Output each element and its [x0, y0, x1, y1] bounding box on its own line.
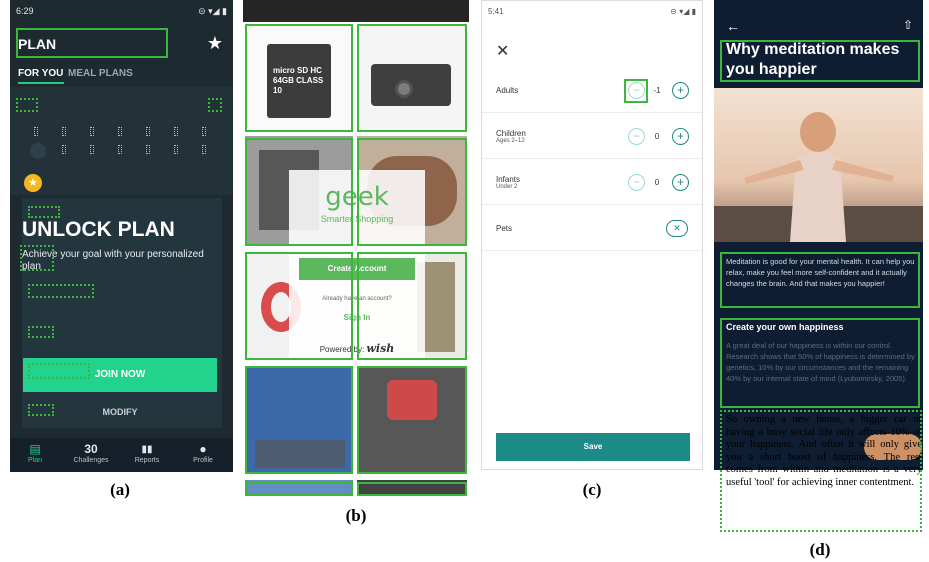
- annotation-box: [28, 326, 54, 338]
- annotation-box: [720, 40, 920, 82]
- nav-challenges[interactable]: 30 Challenges: [66, 442, 116, 464]
- annotation-box: [245, 24, 353, 132]
- caption-b: (b): [345, 506, 367, 525]
- caption-c: (c): [582, 480, 602, 499]
- guest-count: -1: [653, 86, 661, 95]
- day-marker: [118, 127, 122, 136]
- guest-row-infants: Infants Under 2 − 0 +: [482, 159, 702, 205]
- photo-hair: [800, 112, 836, 152]
- day-marker: [202, 127, 206, 136]
- plan-icon: ▤: [29, 442, 41, 456]
- back-arrow-icon[interactable]: ←: [726, 18, 740, 34]
- day-marker: [174, 145, 178, 154]
- annotation-box: [20, 245, 54, 271]
- annotation-box: [357, 24, 467, 132]
- challenges-icon: 30: [84, 442, 98, 456]
- active-tab-indicator: [18, 82, 64, 84]
- day-marker: [146, 127, 150, 136]
- increment-button[interactable]: +: [672, 174, 689, 191]
- nav-profile[interactable]: ● Profile: [178, 442, 228, 464]
- day-marker: [62, 145, 66, 154]
- week-progress-area: [10, 87, 233, 195]
- share-icon[interactable]: ⇧: [903, 18, 913, 32]
- panel-b-shopping-screen: micro SD HC 64GB CLASS 10 geek Smarter S…: [243, 0, 469, 496]
- day-marker: [90, 127, 94, 136]
- guest-row-children: Children Ages 2–12 − 0 +: [482, 113, 702, 159]
- annotation-box: [357, 252, 467, 360]
- row-sublabel: Under 2: [496, 184, 518, 190]
- panel-a-plan-screen: 6:29 ⊝ ▾◢ ▮ PLAN ★ FOR YOU MEAL PLANS ★ …: [10, 0, 233, 472]
- today-dot: [30, 143, 46, 159]
- nav-reports-label: Reports: [134, 457, 160, 464]
- annotation-box: [28, 404, 54, 416]
- nav-reports[interactable]: ▮▮ Reports: [122, 442, 172, 464]
- annotation-box: [28, 206, 60, 218]
- bottom-nav: ▤ Plan 30 Challenges ▮▮ Reports ● Profil…: [10, 438, 233, 472]
- profile-icon: ●: [199, 442, 207, 456]
- day-marker: [174, 127, 178, 136]
- status-icons: ⊝ ▾◢ ▮: [198, 6, 227, 16]
- annotation-box: [16, 98, 38, 112]
- day-marker: [90, 145, 94, 154]
- unlock-plan-title: UNLOCK PLAN: [22, 218, 175, 241]
- annotation-box: [245, 138, 353, 246]
- status-time: 5:41: [488, 7, 504, 16]
- save-button[interactable]: Save: [496, 433, 690, 461]
- increment-button[interactable]: +: [672, 82, 689, 99]
- guest-row-adults: Adults − -1 +: [482, 67, 702, 113]
- decrement-button[interactable]: −: [628, 128, 645, 145]
- star-icon[interactable]: ★: [207, 33, 223, 54]
- annotation-box: [28, 363, 90, 379]
- nav-challenges-label: Challenges: [73, 457, 109, 464]
- reports-icon: ▮▮: [141, 444, 153, 455]
- badge-star-icon: ★: [24, 174, 42, 192]
- annotation-box: [720, 410, 922, 532]
- row-label: Children: [496, 129, 526, 138]
- nav-plan[interactable]: ▤ Plan: [10, 442, 60, 464]
- article-photo: [714, 88, 923, 242]
- annotation-box: [357, 138, 467, 246]
- annotation-box: [720, 318, 920, 408]
- tab-meal-plans[interactable]: MEAL PLANS: [68, 68, 133, 79]
- annotation-box: [357, 482, 467, 496]
- status-time: 6:29: [16, 6, 34, 16]
- decrement-button[interactable]: −: [628, 174, 645, 191]
- annotation-box: [28, 284, 94, 298]
- annotation-box: [208, 98, 222, 112]
- day-marker: [62, 127, 66, 136]
- close-icon[interactable]: ✕: [496, 41, 509, 61]
- row-label: Infants: [496, 175, 521, 184]
- row-sublabel: Ages 2–12: [496, 138, 525, 144]
- increment-button[interactable]: +: [672, 128, 689, 145]
- caption-a: (a): [110, 480, 130, 499]
- annotation-box: [16, 28, 168, 58]
- guest-count: 0: [654, 132, 660, 141]
- guest-row-pets: Pets ✕: [482, 205, 702, 251]
- row-label: Pets: [496, 224, 513, 233]
- panel-d-article-screen: ← ⇧ Why meditation makes you happier Med…: [714, 0, 923, 538]
- annotation-box: [245, 366, 353, 474]
- nav-profile-label: Profile: [193, 457, 213, 464]
- nav-plan-label: Plan: [27, 457, 42, 464]
- annotation-box: [720, 252, 920, 308]
- guest-count: 0: [654, 178, 660, 187]
- annotation-box: [357, 366, 467, 474]
- panel-c-guests-screen: 5:41 ⊝ ▾◢ ▮ ✕ Adults − -1 + Children Age…: [481, 0, 703, 470]
- annotation-box: [624, 79, 648, 103]
- tab-for-you[interactable]: FOR YOU: [18, 68, 63, 79]
- day-marker: [146, 145, 150, 154]
- row-label: Adults: [496, 86, 519, 95]
- pets-toggle[interactable]: ✕: [666, 220, 688, 237]
- day-marker: [34, 127, 38, 136]
- caption-d: (d): [809, 540, 831, 559]
- annotation-box: [245, 252, 353, 360]
- status-icons: ⊝ ▾◢ ▮: [670, 7, 696, 16]
- day-marker: [202, 145, 206, 154]
- annotation-box: [245, 482, 353, 496]
- day-marker: [118, 145, 122, 154]
